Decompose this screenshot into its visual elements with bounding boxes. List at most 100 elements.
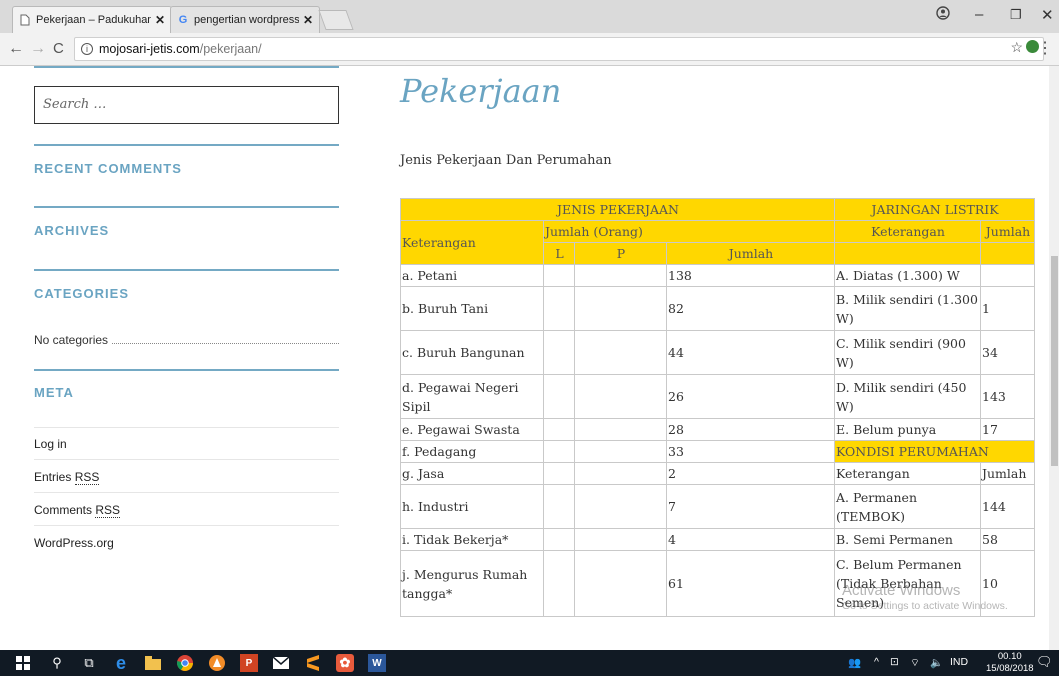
entries-rss-link[interactable]: Entries RSS bbox=[34, 470, 100, 485]
divider bbox=[34, 525, 339, 526]
divider bbox=[34, 369, 339, 371]
recent-comments-heading: RECENT COMMENTS bbox=[34, 161, 182, 176]
header-jaringan-listrik: JARINGAN LISTRIK bbox=[834, 198, 1035, 221]
restore-icon[interactable]: ❐ bbox=[1010, 7, 1022, 23]
divider bbox=[34, 66, 339, 68]
cell-l bbox=[543, 374, 575, 419]
mail-icon[interactable] bbox=[272, 654, 290, 672]
categories-heading: CATEGORIES bbox=[34, 286, 129, 301]
table-row: a. Petani 138 A. Diatas (1.300) W bbox=[400, 264, 1035, 287]
cell-keterangan: h. Industri bbox=[400, 484, 544, 529]
header-l: L bbox=[543, 242, 575, 265]
cell-p bbox=[574, 440, 667, 463]
header-empty bbox=[834, 242, 981, 265]
address-bar: ← → C i mojosari-jetis.com/pekerjaan/ ☆ … bbox=[0, 33, 1059, 66]
profile-icon[interactable] bbox=[936, 6, 950, 24]
cell-p bbox=[574, 462, 667, 485]
web-page: Search … RECENT COMMENTS ARCHIVES CATEGO… bbox=[0, 66, 1059, 650]
close-icon[interactable]: ✕ bbox=[155, 13, 165, 27]
task-view-icon[interactable]: ⧉ bbox=[80, 654, 98, 672]
table-row: c. Buruh Bangunan 44 C. Milik sendiri (9… bbox=[400, 330, 1035, 375]
cell-p bbox=[574, 374, 667, 419]
cell-jumlah-perumahan: Jumlah bbox=[980, 462, 1035, 485]
header-keterangan-listrik: Keterangan bbox=[834, 220, 981, 243]
file-explorer-icon[interactable] bbox=[144, 654, 162, 672]
powerpoint-icon[interactable]: P bbox=[240, 654, 258, 672]
reload-icon[interactable]: C bbox=[53, 40, 64, 57]
cell-jumlah: 28 bbox=[666, 418, 835, 441]
url-input[interactable]: i mojosari-jetis.com/pekerjaan/ bbox=[74, 37, 1044, 61]
divider bbox=[34, 427, 339, 428]
window-close-icon[interactable]: ✕ bbox=[1041, 6, 1054, 24]
cell-l bbox=[543, 528, 575, 551]
word-icon[interactable]: W bbox=[368, 654, 386, 672]
edge-icon[interactable]: e bbox=[112, 653, 130, 673]
cell-p bbox=[574, 286, 667, 331]
language-indicator[interactable]: IND bbox=[950, 656, 968, 668]
bookmark-star-icon[interactable]: ☆ bbox=[1010, 39, 1023, 56]
divider bbox=[34, 459, 339, 460]
cell-l bbox=[543, 484, 575, 529]
cell-jumlah: 44 bbox=[666, 330, 835, 375]
cell-keterangan-listrik: E. Belum punya bbox=[834, 418, 981, 441]
back-icon[interactable]: ← bbox=[8, 40, 24, 58]
clock[interactable]: 00.10 15/08/2018 bbox=[986, 651, 1034, 675]
page-icon bbox=[19, 13, 31, 27]
divider bbox=[34, 144, 339, 146]
cell-keterangan: i. Tidak Bekerja* bbox=[400, 528, 544, 551]
sublime-icon[interactable] bbox=[304, 654, 322, 672]
paint-icon[interactable]: ✿ bbox=[336, 654, 354, 672]
tab-title: pengertian wordpress - P bbox=[194, 14, 299, 26]
cell-p bbox=[574, 550, 667, 617]
divider bbox=[34, 492, 339, 493]
minimize-icon[interactable]: – bbox=[975, 6, 983, 23]
cell-keterangan: e. Pegawai Swasta bbox=[400, 418, 544, 441]
meta-heading: META bbox=[34, 385, 74, 400]
entries-label: Entries bbox=[34, 470, 75, 484]
table-row: e. Pegawai Swasta 28 E. Belum punya 17 bbox=[400, 418, 1035, 441]
chrome-icon[interactable] bbox=[176, 654, 194, 672]
table-row: h. Industri 7 A. Permanen (TEMBOK) 144 bbox=[400, 484, 1035, 529]
scrollbar-thumb[interactable] bbox=[1051, 256, 1058, 466]
cell-jumlah: 82 bbox=[666, 286, 835, 331]
cell-jumlah: 138 bbox=[666, 264, 835, 287]
avast-icon[interactable] bbox=[208, 654, 226, 672]
cell-jumlah-perumahan: 58 bbox=[980, 528, 1035, 551]
info-icon[interactable]: i bbox=[81, 43, 93, 55]
rss-abbr: RSS bbox=[74, 470, 100, 485]
no-categories-text: No categories bbox=[34, 333, 109, 347]
watermark-subtitle: Go to Settings to activate Windows. bbox=[842, 600, 1008, 612]
wifi-icon[interactable]: ⌔ bbox=[910, 656, 920, 670]
archives-heading: ARCHIVES bbox=[34, 223, 110, 238]
volume-icon[interactable]: 🔈 bbox=[930, 656, 943, 669]
chevron-up-icon[interactable]: ^ bbox=[874, 656, 879, 668]
comments-rss-link[interactable]: Comments RSS bbox=[34, 503, 121, 518]
cell-l bbox=[543, 330, 575, 375]
cell-jumlah-listrik: 1 bbox=[980, 286, 1035, 331]
menu-icon[interactable]: ⋮ bbox=[1037, 38, 1053, 58]
header-kondisi-perumahan: KONDISI PERUMAHAN bbox=[834, 440, 1035, 463]
page-scrollbar[interactable] bbox=[1049, 66, 1059, 650]
new-tab-button[interactable] bbox=[318, 10, 354, 30]
network-icon[interactable]: ⊡ bbox=[890, 656, 899, 668]
header-jenis-pekerjaan: JENIS PEKERJAAN bbox=[400, 198, 835, 221]
dotted-leader bbox=[112, 343, 339, 344]
search-icon[interactable]: ⚲ bbox=[48, 654, 66, 672]
people-icon[interactable]: 👥 bbox=[848, 656, 861, 669]
windows-start-icon[interactable] bbox=[14, 654, 32, 672]
close-icon[interactable]: ✕ bbox=[303, 13, 313, 27]
notification-icon[interactable]: 🗨 bbox=[1036, 654, 1053, 670]
tab-pekerjaan[interactable]: Pekerjaan – Padukuhan N ✕ bbox=[12, 6, 172, 33]
url-host: mojosari-jetis.com bbox=[99, 42, 200, 56]
cell-keterangan: a. Petani bbox=[400, 264, 544, 287]
tab-pengertian[interactable]: G pengertian wordpress - P ✕ bbox=[170, 6, 320, 33]
cell-p bbox=[574, 528, 667, 551]
cell-p bbox=[574, 418, 667, 441]
url-path: /pekerjaan/ bbox=[199, 42, 262, 56]
login-link[interactable]: Log in bbox=[34, 437, 67, 451]
header-jumlah-listrik: Jumlah bbox=[980, 220, 1035, 243]
search-input[interactable]: Search … bbox=[34, 86, 339, 124]
activate-windows-watermark: Activate Windows Go to Settings to activ… bbox=[842, 582, 1008, 612]
forward-icon[interactable]: → bbox=[30, 40, 46, 58]
wordpress-link[interactable]: WordPress.org bbox=[34, 536, 114, 550]
